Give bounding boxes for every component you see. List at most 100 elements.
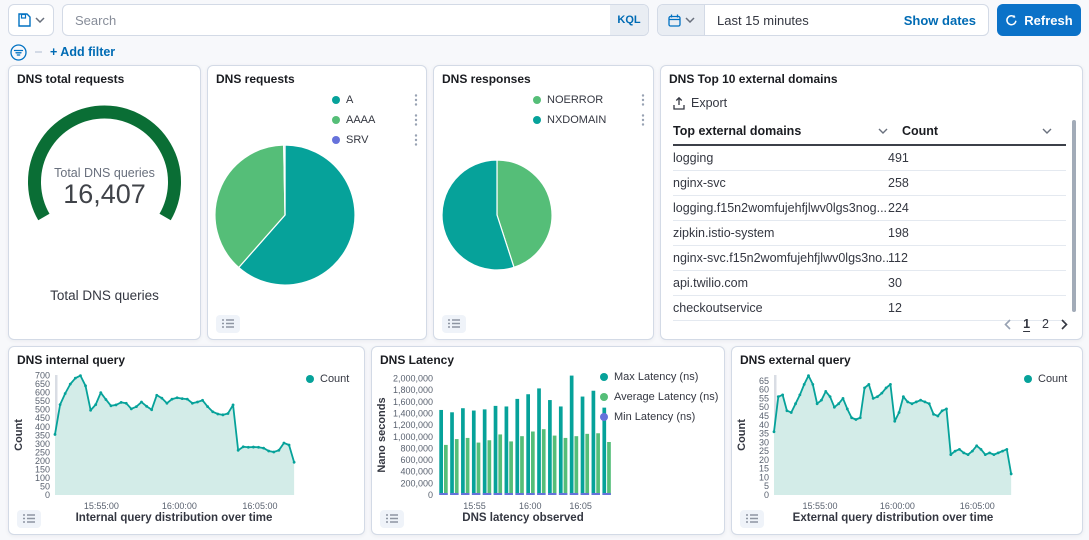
bar-max-latency[interactable] (592, 391, 596, 495)
filter-icon[interactable] (10, 44, 27, 61)
legend-actions-menu-icon[interactable] (414, 113, 418, 127)
area-chart[interactable]: Count0510152025303540455055606515:55:001… (734, 369, 1022, 519)
x-tick: 16:05 (569, 501, 592, 511)
bar-max-latency[interactable] (581, 397, 585, 495)
bar-min-latency[interactable] (559, 493, 567, 495)
legend-actions-menu-icon[interactable] (414, 93, 418, 107)
legend-toggle-button[interactable] (216, 315, 240, 333)
table-scrollbar[interactable] (1072, 120, 1076, 312)
add-filter-link[interactable]: + Add filter (50, 45, 115, 59)
bar-min-latency[interactable] (570, 493, 578, 495)
bar-avg-latency[interactable] (488, 440, 492, 495)
legend-item[interactable]: NXDOMAIN (533, 112, 645, 128)
bar-min-latency[interactable] (515, 493, 523, 495)
bar-max-latency[interactable] (559, 406, 563, 495)
panel-title: DNS requests (216, 72, 295, 86)
cell-count: 258 (888, 176, 1066, 190)
bar-avg-latency[interactable] (520, 436, 524, 495)
legend-actions-menu-icon[interactable] (641, 93, 645, 107)
page-number-1[interactable]: 1 (1023, 317, 1030, 331)
legend: AAAAASRV (332, 92, 418, 148)
search-input[interactable]: Search KQL (62, 4, 649, 36)
legend-item[interactable]: NOERROR (533, 92, 645, 108)
bar-avg-latency[interactable] (455, 439, 459, 495)
bar-avg-latency[interactable] (585, 434, 589, 495)
bar-min-latency[interactable] (450, 493, 458, 495)
bar-avg-latency[interactable] (531, 432, 535, 495)
legend-item[interactable]: Average Latency (ns) (600, 389, 718, 405)
bar-min-latency[interactable] (505, 493, 513, 495)
legend-color-dot (332, 116, 340, 124)
panel-dns-total-requests: DNS total requests Total DNS queries 16,… (8, 65, 201, 340)
pie-chart[interactable] (440, 158, 554, 272)
bar-avg-latency[interactable] (509, 441, 513, 495)
bar-min-latency[interactable] (461, 493, 469, 495)
kql-button[interactable]: KQL (610, 5, 648, 35)
bar-max-latency[interactable] (505, 406, 509, 495)
legend-item[interactable]: Min Latency (ns) (600, 409, 718, 425)
saved-query-menu-button[interactable] (8, 4, 54, 36)
bar-max-latency[interactable] (494, 406, 498, 495)
legend-item[interactable]: A (332, 92, 418, 108)
legend-item[interactable]: Count (306, 371, 356, 387)
bar-chart[interactable]: Nano seconds0200,000400,000600,000800,00… (374, 369, 618, 519)
legend-item[interactable]: AAAA (332, 112, 418, 128)
column-header-count[interactable]: Count (902, 124, 1066, 138)
bar-min-latency[interactable] (439, 493, 447, 495)
bar-min-latency[interactable] (494, 493, 502, 495)
bar-avg-latency[interactable] (466, 438, 470, 495)
bar-max-latency[interactable] (548, 400, 552, 495)
legend-toggle-button[interactable] (740, 510, 764, 528)
refresh-button[interactable]: Refresh (997, 4, 1081, 36)
legend-actions-menu-icon[interactable] (641, 113, 645, 127)
bar-min-latency[interactable] (472, 493, 480, 495)
bar-avg-latency[interactable] (607, 442, 611, 495)
page-number-2[interactable]: 2 (1042, 317, 1049, 331)
bar-min-latency[interactable] (592, 493, 600, 495)
next-page-icon[interactable] (1061, 319, 1068, 330)
legend-toggle-button[interactable] (442, 315, 466, 333)
bar-max-latency[interactable] (483, 409, 487, 495)
column-header-domains[interactable]: Top external domains (673, 124, 902, 138)
export-button[interactable]: Export (673, 96, 727, 110)
chevron-down-icon (35, 17, 45, 23)
bar-avg-latency[interactable] (596, 433, 600, 495)
bar-max-latency[interactable] (570, 376, 574, 495)
bar-max-latency[interactable] (472, 411, 476, 495)
legend-item[interactable]: Max Latency (ns) (600, 369, 718, 385)
data-point (889, 383, 892, 386)
bar-avg-latency[interactable] (564, 438, 568, 495)
area-chart[interactable]: Count05010015020025030035040045050055060… (11, 369, 305, 519)
bar-min-latency[interactable] (581, 493, 589, 495)
show-dates-link[interactable]: Show dates (904, 13, 988, 28)
bar-avg-latency[interactable] (444, 445, 448, 495)
bar-avg-latency[interactable] (498, 434, 502, 495)
legend-toggle-button[interactable] (380, 510, 404, 528)
data-point (820, 399, 823, 402)
bar-min-latency[interactable] (602, 493, 610, 495)
pie-chart[interactable] (213, 143, 357, 287)
bar-max-latency[interactable] (461, 408, 465, 495)
data-point (135, 405, 138, 408)
bar-avg-latency[interactable] (477, 443, 481, 495)
legend-actions-menu-icon[interactable] (414, 133, 418, 147)
bar-max-latency[interactable] (537, 388, 541, 495)
previous-page-icon[interactable] (1004, 319, 1011, 330)
bar-min-latency[interactable] (548, 493, 556, 495)
bar-min-latency[interactable] (483, 493, 491, 495)
bar-min-latency[interactable] (526, 493, 534, 495)
bar-avg-latency[interactable] (542, 429, 546, 495)
bar-max-latency[interactable] (439, 410, 443, 495)
bar-max-latency[interactable] (526, 394, 530, 495)
data-point (181, 397, 184, 400)
bar-max-latency[interactable] (450, 412, 454, 495)
date-picker-calendar-button[interactable] (658, 5, 705, 35)
legend-item[interactable]: Count (1024, 371, 1074, 387)
bar-min-latency[interactable] (537, 493, 545, 495)
legend-toggle-button[interactable] (17, 510, 41, 528)
time-range-value[interactable]: Last 15 minutes (705, 13, 904, 28)
bar-max-latency[interactable] (515, 399, 519, 495)
y-tick: 1,000,000 (393, 432, 433, 442)
bar-avg-latency[interactable] (553, 436, 557, 495)
bar-avg-latency[interactable] (575, 436, 579, 495)
